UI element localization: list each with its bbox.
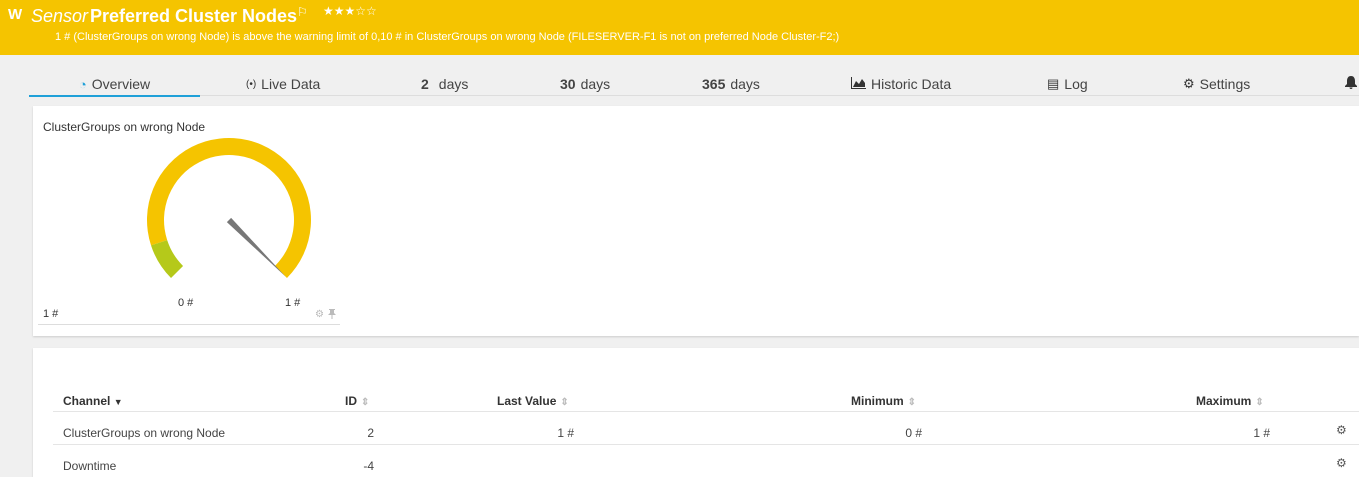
header-label: Last Value [497,394,557,408]
tab-label: Log [1064,76,1088,92]
header-maximum[interactable]: Maximum ⇕ [1196,394,1264,408]
gauge-needle [226,217,286,277]
sensor-type-label: Sensor [31,6,89,26]
tab-bar: ◔ Overview (•) Live Data 2 days 30 days … [29,70,1359,97]
gauge-chart [147,138,311,278]
row-divider [53,411,1359,412]
sensor-name: Preferred Cluster Nodes [90,6,298,26]
live-data-icon: (•) [246,78,257,90]
channels-table: Channel ▼ ID ⇕ Last Value ⇕ Minimum ⇕ Maxim… [33,348,1359,477]
sort-icon: ⇕ [361,397,370,408]
sort-icon: ⇕ [907,397,917,408]
gauge-card: ClusterGroups on wrong Node 0 # 1 # 1 # … [33,106,1359,336]
tab-30-days[interactable]: 30 days [560,76,610,92]
tab-num: 30 [560,76,576,92]
tab-label: Overview [91,76,151,92]
tab-live-data[interactable]: (•) Live Data [246,76,320,92]
tab-2-days[interactable]: 2 days [421,76,468,92]
header-id[interactable]: ID ⇕ [345,394,369,408]
gear-icon: ⚙ [1183,76,1195,91]
header-label: Channel [63,394,111,408]
channel-settings-icon[interactable]: ⚙ [1336,423,1347,437]
header-minimum[interactable]: Minimum ⇕ [851,394,916,408]
header-label: Maximum [1196,394,1252,408]
gauge-min-label: 0 # [178,297,194,309]
gauge-settings-icon[interactable]: ⚙ [315,309,324,320]
header-label: ID [345,394,357,408]
gauge-ok-band [151,240,184,278]
sort-desc-icon: ▼ [113,397,123,407]
gauge-title: ClusterGroups on wrong Node [43,120,206,134]
gauge-value-label: 1 # [43,308,59,320]
gauge-divider [38,324,340,325]
cell-id: 2 [367,426,374,440]
log-icon: ▤ [1047,76,1060,91]
cell-channel[interactable]: ClusterGroups on wrong Node [63,426,225,440]
cell-last-value: 1 # [557,426,574,440]
status-message: 1 # (ClusterGroups on wrong Node) is abo… [55,31,840,43]
tab-num: 2 [421,76,429,92]
gauge-max-label: 1 # [285,297,301,309]
pin-icon[interactable] [328,309,336,322]
header-last-value[interactable]: Last Value ⇕ [497,394,569,408]
sensor-header: W Sensor Preferred Cluster Nodes ⚐ ★★★☆☆… [0,0,1359,55]
tab-label: Historic Data [871,76,952,92]
channel-settings-icon[interactable]: ⚙ [1336,456,1347,470]
tab-settings[interactable]: ⚙ Settings [1183,76,1250,92]
priority-stars[interactable]: ★★★☆☆ [323,4,377,18]
cell-channel[interactable]: Downtime [63,459,116,473]
status-letter: W [8,6,23,23]
tab-log[interactable]: ▤ Log [1047,76,1088,92]
tab-label: days [438,76,469,92]
chart-icon [851,76,866,92]
header-channel[interactable]: Channel ▼ [63,394,123,408]
tab-label: Live Data [261,76,321,92]
tab-historic-data[interactable]: Historic Data [851,76,951,92]
sort-icon: ⇕ [1255,397,1264,408]
cell-minimum: 0 # [905,426,922,440]
header-label: Minimum [851,394,904,408]
bell-icon [1345,76,1357,92]
tab-365-days[interactable]: 365 days [702,76,760,92]
tab-overview[interactable]: ◔ Overview [29,76,200,97]
tab-notifications[interactable] [1345,76,1357,92]
tab-label: days [730,76,760,92]
sort-icon: ⇕ [560,397,569,408]
row-divider [53,444,1359,445]
tab-label: days [580,76,611,92]
cell-id: -4 [363,459,374,473]
gauge-icon: ◔ [78,76,87,92]
cell-maximum: 1 # [1253,426,1270,440]
flag-icon[interactable]: ⚐ [297,5,308,19]
tab-label: Settings [1199,76,1251,92]
tab-num: 365 [702,76,726,92]
